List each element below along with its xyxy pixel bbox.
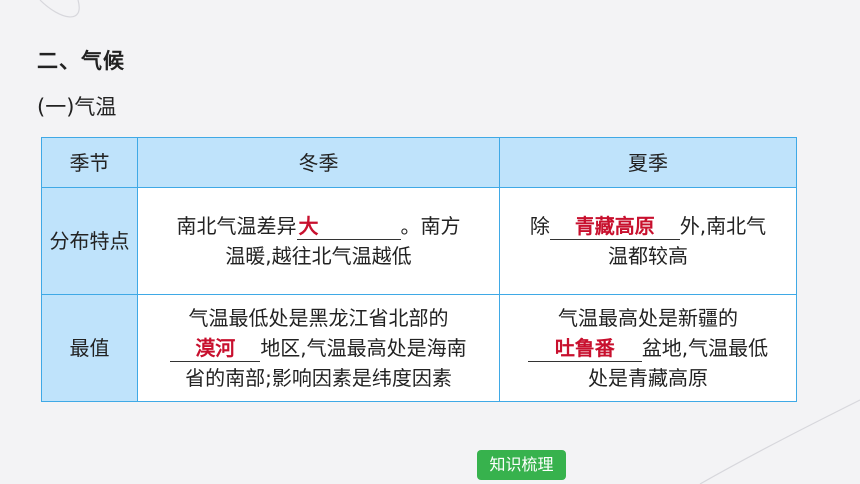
header-season: 季节 (41, 137, 138, 188)
table-row-distribution: 分布特点 南北气温差异大 。南方 温暖,越往北气温越低 除青藏高原 外,南北气 温都… (41, 187, 797, 295)
text-fragment: 南北气温差异 (176, 214, 297, 238)
text-fragment: 除 (529, 214, 550, 238)
answer-blank: 大 (296, 213, 401, 240)
answer-text: 青藏高原 (574, 214, 655, 238)
cell-summer-extreme: 气温最高处是新疆的 吐鲁番 盆地,气温最低 处是青藏高原 (499, 294, 797, 402)
cell-winter-extreme: 气温最低处是黑龙江省北部的 漠河 地区,气温最高处是海南 省的南部;影响因素是纬度… (137, 294, 500, 402)
knowledge-review-button[interactable]: 知识梳理 (477, 450, 566, 480)
table-row-extreme: 最值 气温最低处是黑龙江省北部的 漠河 地区,气温最高处是海南 省的南部;影响因素… (41, 294, 797, 402)
row-label-distribution: 分布特点 (41, 187, 138, 295)
text-fragment: 省的南部;影响因素是纬度因素 (185, 366, 452, 390)
section-title: 二、气候 (37, 49, 125, 73)
row-label-extreme: 最值 (41, 294, 138, 402)
text-fragment: 地区,气温最高处是海南 (260, 336, 467, 360)
text-fragment: 气温最高处是新疆的 (558, 306, 738, 330)
sub-title: (一)气温 (37, 95, 117, 119)
text-fragment: 温暖,越往北气温越低 (225, 244, 412, 268)
answer-text: 吐鲁番 (554, 336, 615, 360)
climate-table: 季节 冬季 夏季 分布特点 南北气温差异大 。南方 温暖,越往北气温越低 除青藏高… (41, 137, 797, 402)
answer-blank: 吐鲁番 (527, 335, 642, 362)
text-fragment: 处是青藏高原 (588, 366, 708, 390)
answer-text: 漠河 (195, 336, 236, 360)
text-fragment: 盆地,气温最低 (641, 336, 769, 360)
text-fragment: 气温最低处是黑龙江省北部的 (188, 306, 449, 330)
table-header-row: 季节 冬季 夏季 (41, 137, 797, 188)
answer-blank: 漠河 (170, 335, 261, 362)
answer-text: 大 (298, 214, 319, 238)
text-fragment: 温都较高 (608, 244, 688, 268)
text-fragment: 。南方 (400, 214, 461, 238)
cell-winter-distribution: 南北气温差异大 。南方 温暖,越往北气温越低 (137, 187, 500, 295)
cell-summer-distribution: 除青藏高原 外,南北气 温都较高 (499, 187, 797, 295)
header-winter: 冬季 (137, 137, 500, 188)
header-summer: 夏季 (499, 137, 797, 188)
answer-blank: 青藏高原 (549, 213, 680, 240)
text-fragment: 外,南北气 (679, 214, 767, 238)
